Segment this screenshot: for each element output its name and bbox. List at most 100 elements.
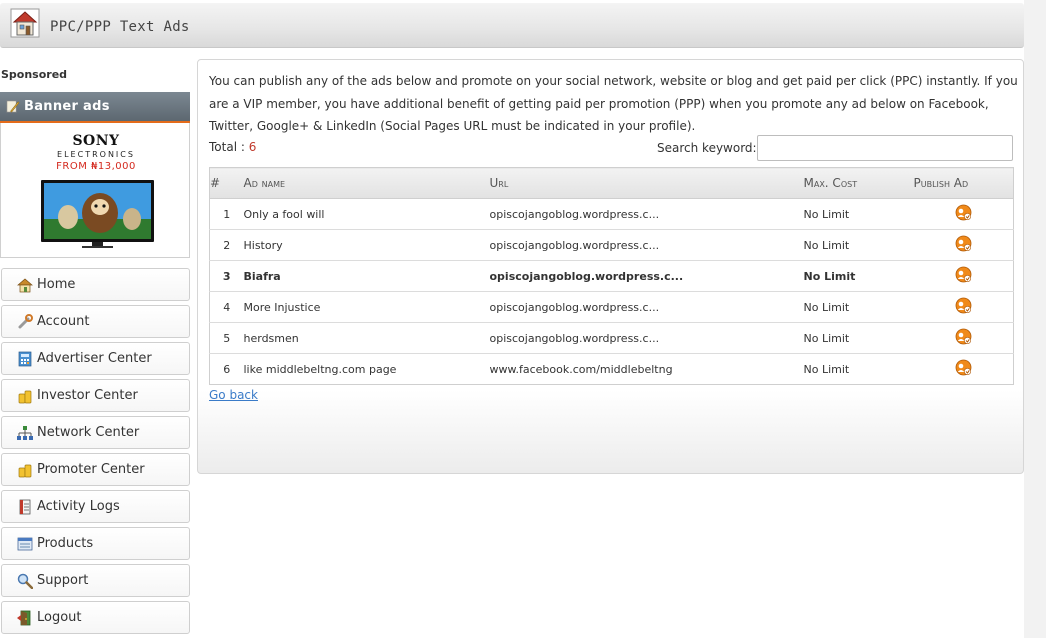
sidebar-item-label: Investor Center bbox=[37, 388, 138, 403]
row-number: 5 bbox=[209, 322, 244, 354]
banner-ads-header: Banner ads bbox=[0, 92, 190, 123]
total-value: 6 bbox=[248, 140, 257, 154]
publish-ad-icon[interactable] bbox=[955, 235, 972, 252]
publish-ad-icon[interactable] bbox=[955, 266, 972, 283]
max-cost: No Limit bbox=[803, 229, 914, 261]
ad-url-link[interactable]: opiscojangoblog.wordpress.c... bbox=[489, 291, 804, 323]
page-edge bbox=[1024, 0, 1046, 638]
banner-brand-sub: ELECTRONICS bbox=[57, 150, 135, 159]
page-title: PPC/PPP Text Ads bbox=[50, 19, 190, 35]
publish-ad-icon[interactable] bbox=[955, 297, 972, 314]
sidebar-item-label: Logout bbox=[37, 610, 82, 625]
table-row: 2 History opiscojangoblog.wordpress.c...… bbox=[209, 229, 1014, 261]
publish-ad-cell bbox=[913, 229, 1014, 261]
max-cost: No Limit bbox=[803, 322, 914, 354]
calculator-icon bbox=[18, 351, 32, 367]
row-number: 3 bbox=[209, 260, 244, 292]
home-icon bbox=[17, 278, 33, 293]
door-icon bbox=[17, 610, 31, 626]
sidebar-item-promoter-center[interactable]: Promoter Center bbox=[1, 453, 190, 486]
wrench-icon bbox=[18, 314, 33, 329]
row-number: 1 bbox=[209, 198, 244, 230]
ad-url-link[interactable]: opiscojangoblog.wordpress.c... bbox=[489, 260, 804, 292]
sidebar-item-label: Advertiser Center bbox=[37, 351, 152, 366]
max-cost: No Limit bbox=[803, 291, 914, 323]
ads-table: # Ad name Url Max. Cost Publish Ad 1 Onl… bbox=[209, 167, 1014, 385]
ad-url-link[interactable]: opiscojangoblog.wordpress.c... bbox=[489, 322, 804, 354]
max-cost: No Limit bbox=[803, 353, 914, 385]
sidebar-item-label: Home bbox=[37, 277, 76, 292]
row-number: 2 bbox=[209, 229, 244, 261]
pencil-icon bbox=[6, 100, 20, 113]
sidebar-item-activity-logs[interactable]: Activity Logs bbox=[1, 490, 190, 523]
table-row: 3 Biafra opiscojangoblog.wordpress.c... … bbox=[209, 260, 1014, 292]
ad-url-link[interactable]: opiscojangoblog.wordpress.c... bbox=[489, 198, 804, 230]
publish-ad-cell bbox=[913, 260, 1014, 292]
sponsored-label: Sponsored bbox=[1, 68, 68, 81]
table-row: 1 Only a fool will opiscojangoblog.wordp… bbox=[209, 198, 1014, 230]
sidebar-item-label: Promoter Center bbox=[37, 462, 145, 477]
banner-brand: SONY bbox=[72, 133, 120, 149]
sidebar-item-network-center[interactable]: Network Center bbox=[1, 416, 190, 449]
sidebar-item-label: Network Center bbox=[37, 425, 140, 440]
tv-image bbox=[41, 180, 154, 248]
banner-ads-title: Banner ads bbox=[24, 99, 110, 114]
column-header-ad-name[interactable]: Ad name bbox=[243, 167, 490, 199]
sidebar-item-logout[interactable]: Logout bbox=[1, 601, 190, 634]
publish-ad-icon[interactable] bbox=[955, 204, 972, 221]
column-header-publish-ad: Publish Ad bbox=[913, 167, 1014, 199]
table-header-row: # Ad name Url Max. Cost Publish Ad bbox=[209, 167, 1014, 199]
sidebar-item-label: Products bbox=[37, 536, 94, 551]
publish-ad-cell bbox=[913, 198, 1014, 230]
total-count: Total : 6 bbox=[209, 140, 256, 154]
sidebar-item-products[interactable]: Products bbox=[1, 527, 190, 560]
max-cost: No Limit bbox=[803, 260, 914, 292]
log-book-icon bbox=[19, 499, 31, 515]
sidebar-nav: Home Account Advertiser Center Investor … bbox=[1, 268, 190, 638]
go-back-link[interactable]: Go back bbox=[209, 388, 258, 402]
table-row: 6 like middlebeltng.com page www.faceboo… bbox=[209, 353, 1014, 385]
ad-name-link[interactable]: History bbox=[243, 229, 490, 261]
ad-name-link[interactable]: Biafra bbox=[243, 260, 490, 292]
intro-text: You can publish any of the ads below and… bbox=[209, 74, 1018, 133]
page-header: PPC/PPP Text Ads bbox=[0, 3, 1024, 48]
search-input[interactable] bbox=[757, 135, 1013, 161]
ad-name-link[interactable]: like middlebeltng.com page bbox=[243, 353, 490, 385]
publish-ad-icon[interactable] bbox=[955, 328, 972, 345]
ad-url-link[interactable]: opiscojangoblog.wordpress.c... bbox=[489, 229, 804, 261]
sidebar-item-support[interactable]: Support bbox=[1, 564, 190, 597]
column-header-number[interactable]: # bbox=[209, 167, 244, 199]
table-row: 5 herdsmen opiscojangoblog.wordpress.c..… bbox=[209, 322, 1014, 354]
publish-ad-cell bbox=[913, 322, 1014, 354]
ad-name-link[interactable]: herdsmen bbox=[243, 322, 490, 354]
publish-ad-icon[interactable] bbox=[955, 359, 972, 376]
main-panel: You can publish any of the ads below and… bbox=[197, 59, 1024, 474]
banner-ad[interactable]: SONY ELECTRONICS FROM ₦13,000 bbox=[0, 123, 190, 258]
ad-url-link[interactable]: www.facebook.com/middlebeltng bbox=[489, 353, 804, 385]
house-icon bbox=[10, 8, 40, 38]
row-number: 4 bbox=[209, 291, 244, 323]
ad-name-link[interactable]: More Injustice bbox=[243, 291, 490, 323]
publish-ad-cell bbox=[913, 291, 1014, 323]
sidebar-item-advertiser-center[interactable]: Advertiser Center bbox=[1, 342, 190, 375]
sidebar-item-label: Support bbox=[37, 573, 89, 588]
column-header-max-cost[interactable]: Max. Cost bbox=[803, 167, 914, 199]
row-number: 6 bbox=[209, 353, 244, 385]
sidebar-item-home[interactable]: Home bbox=[1, 268, 190, 301]
ad-name-link[interactable]: Only a fool will bbox=[243, 198, 490, 230]
products-icon bbox=[17, 537, 33, 551]
search-label: Search keyword: bbox=[657, 141, 757, 155]
banner-price: FROM ₦13,000 bbox=[56, 161, 136, 172]
column-header-url[interactable]: Url bbox=[489, 167, 804, 199]
network-icon bbox=[17, 426, 33, 440]
coins-icon bbox=[18, 390, 32, 404]
sidebar-item-label: Activity Logs bbox=[37, 499, 120, 514]
table-row: 4 More Injustice opiscojangoblog.wordpre… bbox=[209, 291, 1014, 323]
coins-icon bbox=[18, 464, 32, 478]
publish-ad-cell bbox=[913, 353, 1014, 385]
sidebar-item-account[interactable]: Account bbox=[1, 305, 190, 338]
magnifier-icon bbox=[17, 573, 33, 589]
max-cost: No Limit bbox=[803, 198, 914, 230]
total-label: Total : bbox=[209, 140, 249, 154]
sidebar-item-investor-center[interactable]: Investor Center bbox=[1, 379, 190, 412]
